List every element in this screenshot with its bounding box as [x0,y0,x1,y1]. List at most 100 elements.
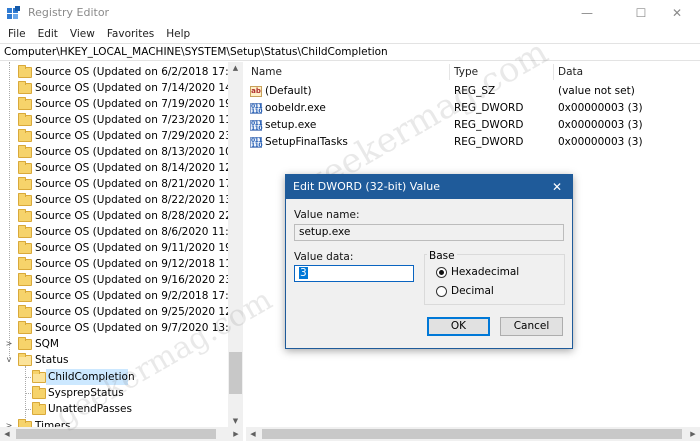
value-type: REG_DWORD [454,102,524,114]
value-name-field: setup.exe [294,224,564,241]
folder-icon [18,241,32,254]
dword-value-icon: 011 110 [250,120,263,132]
tree-item-source-os[interactable]: Source OS (Updated on 8/22/2020 13:45: [0,192,242,208]
scroll-left-icon[interactable]: ◀ [246,427,260,441]
tree-item-source-os[interactable]: Source OS (Updated on 6/2/2018 17:26:1 [0,64,242,80]
tree-item-source-os[interactable]: Source OS (Updated on 8/21/2020 17:21: [0,176,242,192]
scroll-down-icon[interactable]: ▼ [228,415,243,427]
tree-item-label: Source OS (Updated on 8/21/2020 17:21: [35,178,243,190]
collapse-icon[interactable]: v [4,352,14,368]
tree-item-label: UnattendPasses [48,403,132,415]
folder-open-icon [32,370,46,383]
folder-icon [18,161,32,174]
registry-editor-icon [7,6,20,19]
list-horizontal-scrollbar[interactable]: ◀ ▶ [246,427,700,441]
tree-item-source-os[interactable]: Source OS (Updated on 7/23/2020 11:54: [0,112,242,128]
menu-bar: File Edit View Favorites Help [0,26,700,42]
scroll-right-icon[interactable]: ▶ [686,427,700,441]
tree-item-label: Source OS (Updated on 9/2/2018 17:41:2 [35,290,243,302]
value-row[interactable]: ab (Default) REG_SZ (value not set) [246,83,700,100]
decimal-radio[interactable] [436,286,447,297]
tree-item-label: Status [35,354,69,366]
tree-item-label: ChildCompletion [48,371,135,383]
scroll-thumb[interactable] [262,429,682,439]
scroll-thumb[interactable] [229,352,242,394]
value-data-text: 3 [299,267,308,279]
close-button[interactable]: ✕ [654,0,700,26]
tree-item-source-os[interactable]: Source OS (Updated on 7/29/2020 23:23: [0,128,242,144]
folder-icon [18,225,32,238]
tree-item-label: Source OS (Updated on 7/23/2020 11:54: [35,114,243,126]
tree-item-source-os[interactable]: Source OS (Updated on 7/14/2020 14:52: [0,80,242,96]
tree-item-source-os[interactable]: Source OS (Updated on 8/14/2020 12:34: [0,160,242,176]
tree-vertical-scrollbar[interactable]: ▲ ▼ [228,62,243,427]
tree-item-source-os[interactable]: Source OS (Updated on 9/2/2018 17:41:2 [0,288,242,304]
expand-icon[interactable]: > [4,336,14,352]
dialog-title: Edit DWORD (32-bit) Value [293,180,441,193]
tree-item-label: Source OS (Updated on 9/7/2020 13:18:2 [35,322,243,334]
tree-horizontal-scrollbar[interactable]: ◀ ▶ [0,427,243,441]
value-name: SetupFinalTasks [265,136,348,148]
column-separator[interactable] [553,64,554,80]
dialog-close-button[interactable]: ✕ [542,175,572,199]
column-separator[interactable] [449,64,450,80]
value-row[interactable]: 011 110 oobeldr.exe REG_DWORD 0x00000003 (3… [246,100,700,117]
folder-open-icon [18,353,32,366]
dialog-title-bar[interactable]: Edit DWORD (32-bit) Value ✕ [286,175,572,199]
tree-item-source-os[interactable]: Source OS (Updated on 8/28/2020 22:28: [0,208,242,224]
folder-icon [18,257,32,270]
tree-item-label: Source OS (Updated on 9/16/2020 23:12: [35,274,243,286]
menu-view[interactable]: View [64,26,101,42]
window-title: Registry Editor [28,6,110,19]
tree-item-label: Source OS (Updated on 7/14/2020 14:52: [35,82,243,94]
folder-icon [18,129,32,142]
tree-item-sysprepstatus[interactable]: SysprepStatus [0,385,228,401]
tree-item-sqm[interactable]: > SQM [0,336,228,352]
value-type: REG_SZ [454,85,496,97]
value-row[interactable]: 011 110 SetupFinalTasks REG_DWORD 0x0000000… [246,134,700,151]
tree-item-label: Source OS (Updated on 8/6/2020 11:08:1 [35,226,243,238]
scroll-left-icon[interactable]: ◀ [0,427,14,441]
cancel-button[interactable]: Cancel [500,317,563,336]
folder-icon [18,289,32,302]
tree-item-label: Source OS (Updated on 7/19/2020 19:42:0 [35,98,243,110]
hexadecimal-radio[interactable] [436,267,447,278]
menu-help[interactable]: Help [160,26,196,42]
tree-item-source-os[interactable]: Source OS (Updated on 8/6/2020 11:08:1 [0,224,242,240]
value-data: 0x00000003 (3) [558,119,643,131]
value-name: (Default) [265,85,312,97]
tree-item-childcompletion[interactable]: ChildCompletion [0,369,228,385]
tree-item-source-os[interactable]: Source OS (Updated on 9/11/2020 19:51: [0,240,242,256]
tree-item-source-os[interactable]: Source OS (Updated on 9/16/2020 23:12: [0,272,242,288]
tree-item-label: SysprepStatus [48,387,124,399]
column-header-data[interactable]: Data [558,64,583,80]
folder-icon [18,321,32,334]
tree-item-source-os[interactable]: Source OS (Updated on 8/13/2020 10:56: [0,144,242,160]
tree-item-source-os[interactable]: Source OS (Updated on 7/19/2020 19:42:0 [0,96,242,112]
tree-item-status[interactable]: v Status [0,352,228,368]
column-header-name[interactable]: Name [251,64,282,80]
tree-item-source-os[interactable]: Source OS (Updated on 9/7/2020 13:18:2 [0,320,242,336]
tree-item-source-os[interactable]: Source OS (Updated on 9/25/2020 12:44: [0,304,242,320]
scroll-up-icon[interactable]: ▲ [228,62,243,74]
minimize-button[interactable]: — [564,0,610,26]
scroll-right-icon[interactable]: ▶ [229,427,243,441]
folder-icon [18,193,32,206]
value-row[interactable]: 011 110 setup.exe REG_DWORD 0x00000003 (3) [246,117,700,134]
tree-item-label: Source OS (Updated on 9/11/2020 19:51: [35,242,243,254]
ok-button[interactable]: OK [427,317,490,336]
folder-icon [18,65,32,78]
value-data-field[interactable]: 3 [294,265,414,282]
scroll-thumb[interactable] [16,429,216,439]
address-bar[interactable]: Computer\HKEY_LOCAL_MACHINE\SYSTEM\Setup… [0,43,700,61]
tree-item-label: Source OS (Updated on 9/25/2020 12:44: [35,306,243,318]
hexadecimal-label[interactable]: Hexadecimal [451,266,519,278]
tree-item-source-os[interactable]: Source OS (Updated on 9/12/2018 11:16: [0,256,242,272]
value-data: 0x00000003 (3) [558,136,643,148]
column-header-type[interactable]: Type [454,64,478,80]
menu-favorites[interactable]: Favorites [101,26,160,42]
menu-edit[interactable]: Edit [32,26,64,42]
menu-file[interactable]: File [2,26,32,42]
decimal-label[interactable]: Decimal [451,285,494,297]
tree-item-unattendpasses[interactable]: UnattendPasses [0,401,228,417]
